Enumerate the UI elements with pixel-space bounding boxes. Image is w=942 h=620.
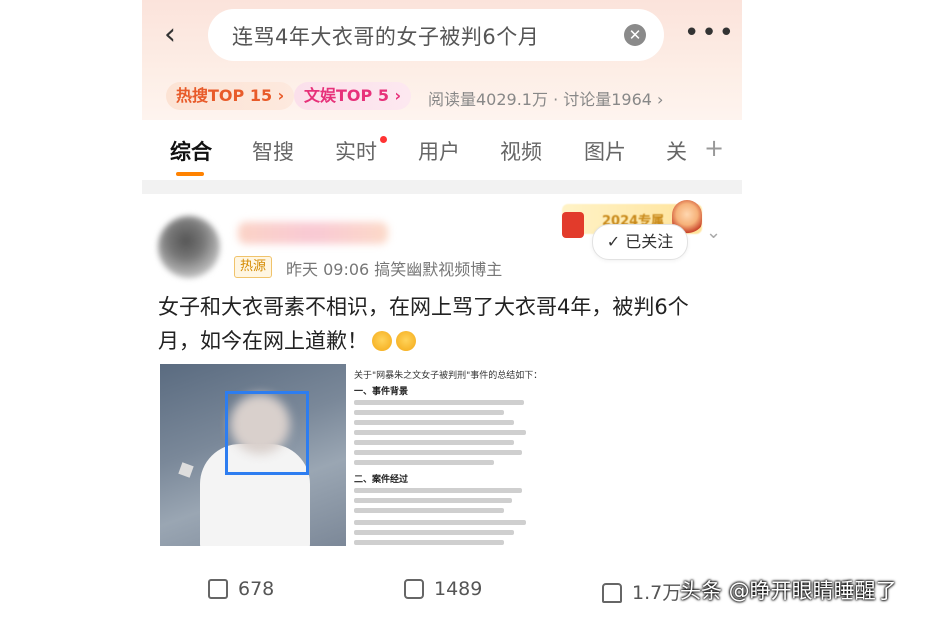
doc-title: 关于"网暴朱之文女子被判刑"事件的总结如下： — [354, 371, 543, 381]
chevron-down-icon[interactable]: ⌄ — [706, 222, 721, 243]
paper-scrap — [178, 462, 194, 478]
share-button[interactable]: 678 — [208, 578, 274, 600]
search-header: ‹ 连骂4年大衣哥的女子被判6个月 ✕ ••• 热搜TOP 15 › 文娱TOP… — [142, 0, 742, 120]
post-card[interactable]: 2024专属 ✓ 已关注 ⌄ 热源 昨天 09:06 搞笑幽默视频博主 女子和大… — [142, 194, 742, 620]
doc-line — [354, 540, 504, 545]
post-image-photo[interactable] — [160, 364, 346, 546]
search-tabs: 综合 智搜 实时 用户 视频 图片 关 + — [142, 120, 742, 178]
doc-line — [354, 410, 504, 415]
section-divider — [142, 180, 742, 194]
follow-button[interactable]: ✓ 已关注 — [592, 224, 688, 260]
comment-button[interactable]: 1489 — [404, 578, 482, 600]
action-bar: 678 1489 1.7万 — [142, 572, 742, 612]
doc-line — [354, 488, 522, 493]
hot-source-badge: 热源 — [234, 256, 273, 278]
avatar[interactable] — [158, 216, 220, 278]
post-meta: 昨天 09:06 搞笑幽默视频博主 — [286, 260, 503, 279]
username-blurred[interactable] — [238, 222, 388, 244]
doc-line — [354, 420, 514, 425]
comment-count: 1489 — [434, 578, 483, 600]
more-horizontal-icon[interactable]: ••• — [684, 18, 736, 48]
phone-screen: ‹ 连骂4年大衣哥的女子被判6个月 ✕ ••• 热搜TOP 15 › 文娱TOP… — [142, 0, 742, 620]
doc-line — [354, 530, 514, 535]
doc-line — [354, 520, 526, 525]
post-content: 女子和大衣哥素不相识，在网上骂了大衣哥4年，被判6个月，如今在网上道歉！ — [158, 295, 689, 353]
tab-more[interactable]: 关 — [666, 136, 687, 166]
hot-search-rank-chip[interactable]: 热搜TOP 15 › — [166, 82, 295, 110]
tab-videos[interactable]: 视频 — [500, 136, 542, 166]
doc-line — [354, 460, 494, 465]
thumbs-up-icon — [602, 583, 622, 603]
search-bar[interactable]: 连骂4年大衣哥的女子被判6个月 ✕ — [208, 9, 664, 61]
doc-line — [354, 430, 526, 435]
entertainment-rank-chip[interactable]: 文娱TOP 5 › — [294, 82, 412, 110]
read-discuss-stats[interactable]: 阅读量4029.1万 · 讨论量1964 › — [428, 86, 663, 110]
face-emoji-icon — [372, 331, 392, 351]
lantern-icon — [562, 212, 584, 238]
doc-line — [354, 440, 514, 445]
share-icon — [208, 579, 228, 599]
close-circle-icon[interactable]: ✕ — [624, 24, 646, 46]
watermark: 头条 @睁开眼睛睡醒了 — [680, 579, 897, 603]
post-text[interactable]: 女子和大衣哥素不相识，在网上骂了大衣哥4年，被判6个月，如今在网上道歉！ — [158, 290, 728, 358]
doc-line — [354, 498, 512, 503]
comment-icon — [404, 579, 424, 599]
share-count: 678 — [238, 578, 275, 600]
face-detection-box — [225, 391, 309, 475]
post-image-document[interactable]: 关于"网暴朱之文女子被判刑"事件的总结如下： 一、事件背景 二、案件经过 — [348, 364, 728, 546]
tab-images[interactable]: 图片 — [584, 136, 626, 166]
doc-line — [354, 450, 522, 455]
doc-section-2: 二、案件经过 — [354, 475, 409, 485]
face-emoji-icon — [396, 331, 416, 351]
tab-users[interactable]: 用户 — [418, 136, 460, 166]
like-count: 1.7万 — [632, 582, 682, 604]
doc-section-1: 一、事件背景 — [354, 387, 409, 397]
plus-icon[interactable]: + — [704, 134, 724, 162]
tab-realtime[interactable]: 实时 — [335, 136, 377, 166]
search-input[interactable]: 连骂4年大衣哥的女子被判6个月 — [232, 21, 539, 51]
like-button[interactable]: 1.7万 — [602, 578, 681, 605]
active-tab-indicator — [176, 172, 204, 176]
doc-line — [354, 400, 524, 405]
new-indicator-dot — [380, 136, 387, 143]
doc-line — [354, 508, 504, 513]
tab-smart-search[interactable]: 智搜 — [252, 136, 294, 166]
tab-general[interactable]: 综合 — [170, 136, 212, 166]
chevron-left-icon[interactable]: ‹ — [164, 18, 194, 52]
